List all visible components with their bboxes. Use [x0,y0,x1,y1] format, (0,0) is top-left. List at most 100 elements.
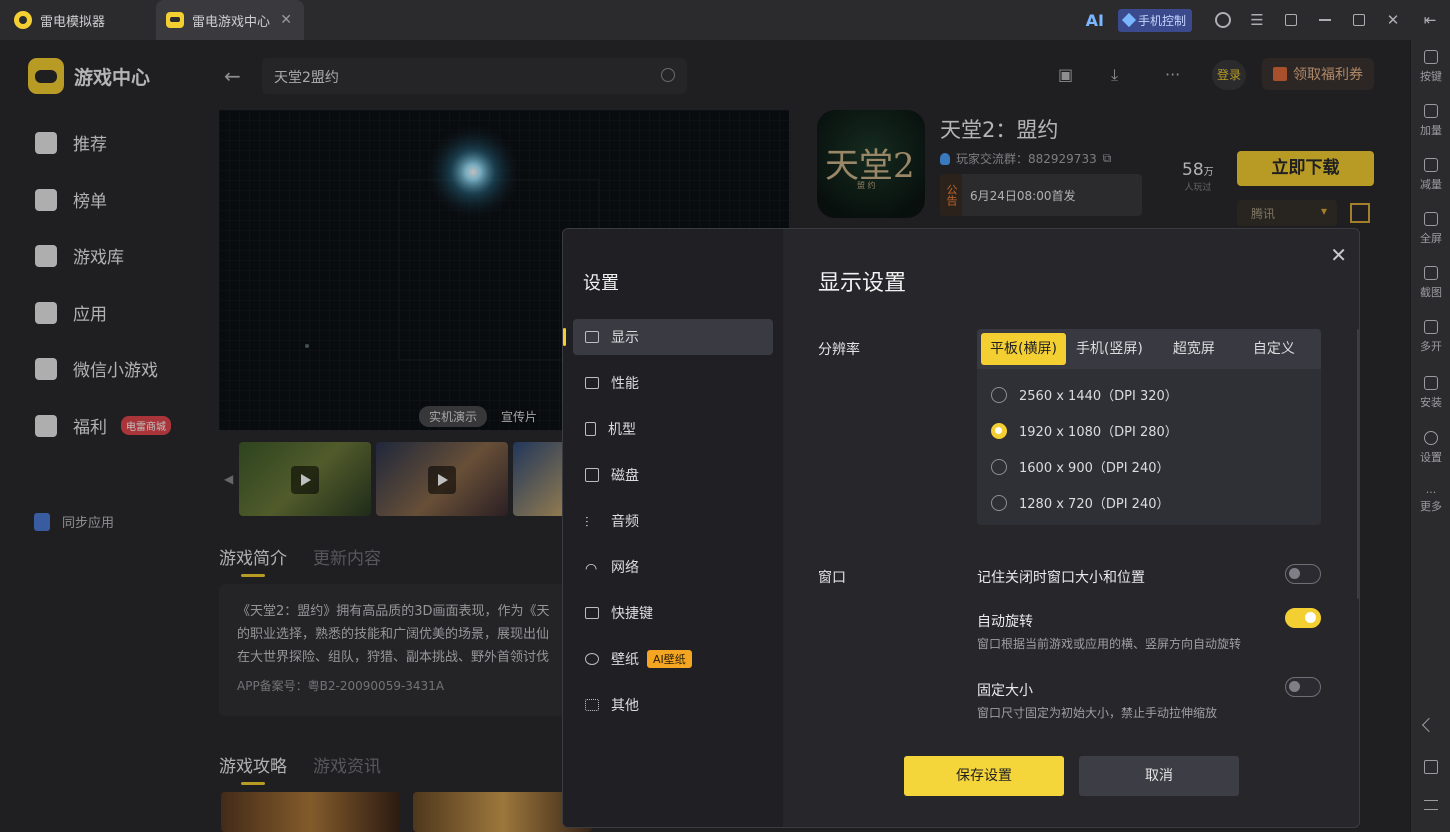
palette-icon [585,653,599,665]
scissors-icon [1424,266,1438,280]
remember-window-toggle[interactable] [1285,564,1321,584]
minimize-icon [1319,19,1331,21]
grid-icon [585,699,599,711]
volume-up-icon [1424,104,1438,118]
title-bar: 雷电模拟器 雷电游戏中心 ✕ AI 手机控制 ☰ ✕ ⇤ [0,0,1450,40]
toolbar-fullscreen[interactable]: 全屏 [1411,212,1450,246]
resolution-option[interactable]: 1600 x 900（DPI 240） [991,457,1169,476]
toolbar-screenshot[interactable]: 截图 [1411,266,1450,300]
tab-custom[interactable]: 自定义 [1235,333,1313,365]
phone-icon [585,422,596,436]
menu-button[interactable]: ☰ [1240,0,1274,40]
toolbar-label: 加量 [1420,124,1442,137]
settings-item-label: 显示 [611,330,639,346]
user-icon [1215,12,1231,28]
auto-rotate-toggle[interactable] [1285,608,1321,628]
settings-item-shortcuts[interactable]: 快捷键 [573,595,773,631]
keyboard-icon [585,607,599,619]
phone-control-button[interactable]: 手机控制 [1117,8,1192,32]
fixed-size-toggle[interactable] [1285,677,1321,697]
cancel-button[interactable]: 取消 [1079,756,1239,796]
close-icon[interactable]: ✕ [1330,243,1347,267]
toolbar-label: 安装 [1420,396,1442,409]
window-label: 窗口 [818,570,846,586]
resolution-option-label: 1600 x 900（DPI 240） [1019,461,1170,476]
settings-item-audio[interactable]: ⫶ 音频 [573,503,773,539]
settings-item-network[interactable]: ◠ 网络 [573,549,773,585]
fullscreen-icon [1424,212,1438,226]
radio-button[interactable] [991,494,1007,511]
settings-item-label: 其他 [611,698,639,714]
toolbar-volume-down[interactable]: 减量 [1411,158,1450,192]
back-nav-icon[interactable] [1421,717,1437,733]
close-tab-icon[interactable]: ✕ [280,12,292,28]
recent-apps-icon[interactable] [1424,800,1438,810]
close-window-button[interactable]: ✕ [1376,0,1410,40]
resolution-option-label: 1280 x 720（DPI 240） [1019,497,1170,512]
toolbar-label: 全屏 [1420,232,1442,245]
auto-rotate-label: 自动旋转 [977,614,1033,630]
radio-button-selected[interactable] [991,422,1007,439]
toolbar-volume-up[interactable]: 加量 [1411,104,1450,138]
resolution-option[interactable]: 2560 x 1440（DPI 320） [991,385,1178,404]
maximize-icon [1353,14,1365,26]
settings-item-device-model[interactable]: 机型 [573,411,773,447]
toolbar-label: 多开 [1420,340,1442,353]
menu-icon: ☰ [1250,11,1264,29]
user-button[interactable] [1206,0,1240,40]
resolution-option-label: 1920 x 1080（DPI 280） [1019,425,1178,440]
settings-item-display[interactable]: 显示 [563,319,773,355]
toolbar-label: 减量 [1420,178,1442,191]
game-center-logo-icon [166,12,184,28]
resolution-option[interactable]: 1920 x 1080（DPI 280） [991,421,1178,440]
tab-tablet-landscape[interactable]: 平板(横屏) [981,333,1066,365]
resolution-label: 分辨率 [818,342,860,358]
maximize-button[interactable] [1342,0,1376,40]
tab-ultrawide[interactable]: 超宽屏 [1153,333,1235,365]
settings-scrollbar[interactable] [1357,329,1359,599]
collapse-icon: ⇤ [1423,11,1437,29]
window-controls: AI 手机控制 ☰ ✕ ⇤ [1086,0,1450,40]
resolution-tabs: 平板(横屏) 手机(竖屏) 超宽屏 自定义 [977,329,1321,369]
settings-item-performance[interactable]: 性能 [573,365,773,401]
settings-dialog: 设置 显示 性能 机型 磁盘 ⫶ 音频 ◠ 网络 快捷键 壁纸 AI壁纸 其他 ✕ 显… [562,228,1360,828]
settings-item-other[interactable]: 其他 [573,687,773,723]
tab-game-center[interactable]: 雷电游戏中心 ✕ [156,0,304,40]
settings-item-label: 磁盘 [611,468,639,484]
toolbar-keymap[interactable]: 按键 [1411,50,1450,84]
volume-down-icon [1424,158,1438,172]
tab-phone-portrait[interactable]: 手机(竖屏) [1066,333,1153,365]
tab-emulator-label: 雷电模拟器 [40,14,106,30]
toolbar-multi-instance[interactable]: 多开 [1411,320,1450,354]
settings-item-disk[interactable]: 磁盘 [573,457,773,493]
apk-icon [1424,376,1438,390]
wifi-icon: ◠ [585,561,598,577]
settings-sidebar: 设置 显示 性能 机型 磁盘 ⫶ 音频 ◠ 网络 快捷键 壁纸 AI壁纸 其他 [563,229,783,827]
restore-button[interactable] [1274,0,1308,40]
settings-item-label: 音频 [611,514,639,530]
tab-game-center-label: 雷电游戏中心 [192,14,271,30]
toolbar-settings[interactable]: 设置 [1411,431,1450,465]
toolbar-label: 按键 [1420,70,1442,83]
collapse-sidebar-button[interactable]: ⇤ [1410,0,1450,40]
ai-wallpaper-badge: AI壁纸 [647,650,692,668]
settings-item-label: 壁纸 [611,652,639,668]
toolbar-install[interactable]: 安装 [1411,376,1450,410]
home-nav-icon[interactable] [1424,760,1438,774]
auto-rotate-desc: 窗口根据当前游戏或应用的横、竖屏方向自动旋转 [977,637,1242,651]
ai-button[interactable]: AI [1086,11,1104,30]
panel-title: 显示设置 [818,271,907,296]
toolbar-more[interactable]: ··· 更多 [1411,486,1450,514]
resolution-option-label: 2560 x 1440（DPI 320） [1019,389,1178,404]
resolution-option[interactable]: 1280 x 720（DPI 240） [991,493,1169,512]
radio-button[interactable] [991,458,1007,475]
tab-emulator[interactable]: 雷电模拟器 [14,0,154,40]
settings-item-wallpaper[interactable]: 壁纸 AI壁纸 [573,641,773,677]
close-icon: ✕ [1386,11,1400,29]
toolbar-label: 设置 [1420,451,1442,464]
save-button[interactable]: 保存设置 [904,756,1064,796]
minimize-button[interactable] [1308,0,1342,40]
toolbar-label: 更多 [1420,500,1442,513]
radio-button[interactable] [991,386,1007,403]
multi-window-icon [1424,320,1438,334]
